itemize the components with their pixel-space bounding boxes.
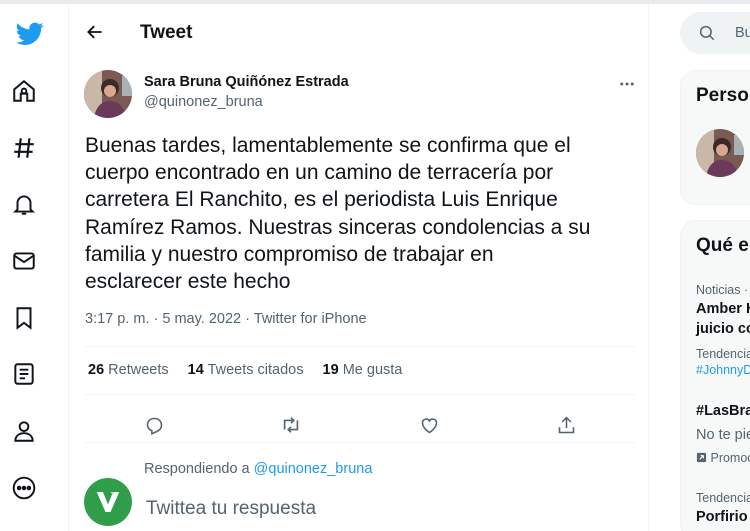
back-arrow-icon[interactable]	[79, 16, 111, 48]
likes-label: Me gusta	[342, 362, 403, 378]
meta-separator: ·	[245, 311, 250, 327]
user-avatar[interactable]	[84, 478, 132, 526]
author-name[interactable]: Sara Bruna Quiñónez Estrada	[144, 74, 349, 90]
quotes-count: 14	[187, 362, 204, 378]
trend-description: No te pie	[696, 427, 750, 443]
trend-title[interactable]: Amber H	[696, 299, 750, 319]
more-options-icon[interactable]	[615, 72, 639, 96]
trends-card: Qué e Noticias · Amber H juicio co Tende…	[680, 220, 750, 531]
reply-input[interactable]: Twittea tu respuesta	[146, 498, 316, 520]
tweet-date[interactable]: 5 may. 2022	[162, 311, 241, 327]
card-title: Perso	[696, 85, 749, 106]
retweets-label: Retweets	[108, 362, 169, 378]
promoted-icon	[696, 452, 707, 463]
search-input[interactable]: Bu	[735, 25, 750, 41]
retweets-count: 26	[88, 362, 105, 378]
page-title: Tweet	[140, 22, 193, 43]
messages-mail-icon[interactable]	[0, 241, 48, 281]
quotes-label: Tweets citados	[207, 362, 304, 378]
tweet-detail-column: Tweet Sara Bruna Quiñónez Estrada @quino…	[68, 4, 649, 531]
divider	[85, 394, 635, 395]
likes-count: 19	[322, 362, 339, 378]
likes-stat[interactable]: 19 Me gusta	[323, 362, 403, 378]
profile-icon[interactable]	[0, 411, 48, 451]
reply-icon[interactable]	[139, 410, 169, 440]
replying-to: Respondiendo a @quinonez_bruna	[144, 461, 372, 477]
trend-meta: Tendencia	[696, 347, 750, 361]
retweets-stat[interactable]: 26 Retweets	[88, 362, 169, 378]
search-icon	[698, 24, 716, 47]
left-navigation	[0, 4, 68, 531]
meta-separator: ·	[153, 311, 159, 327]
trend-meta: Noticias ·	[696, 283, 749, 297]
share-icon[interactable]	[551, 410, 581, 440]
person-avatar[interactable]	[696, 129, 744, 177]
quote-tweets-stat[interactable]: 14 Tweets citados	[188, 362, 304, 378]
tweet-time[interactable]: 3:17 p. m.	[85, 311, 149, 327]
author-avatar[interactable]	[84, 70, 132, 118]
trend-title[interactable]: Porfirio	[696, 507, 748, 527]
replying-to-handle[interactable]: @quinonez_bruna	[254, 461, 373, 477]
tweet-actions	[69, 404, 650, 444]
home-icon[interactable]	[0, 71, 48, 111]
right-sidebar: Bu Perso Qué e Noticias · Amber H juicio…	[650, 4, 750, 531]
lists-icon[interactable]	[0, 354, 48, 394]
replying-to-label: Respondiendo a	[144, 461, 250, 477]
promoted-label: Promoc	[696, 451, 750, 465]
trend-hashtag-link[interactable]: #JohnnyD	[696, 363, 750, 377]
card-title: Qué e	[696, 235, 749, 256]
page-header: Tweet	[69, 4, 650, 60]
trend-title[interactable]: juicio co	[696, 319, 750, 339]
tweet-metadata: 3:17 p. m. · 5 may. 2022 · Twitter for i…	[85, 311, 367, 327]
trend-title[interactable]: #LasBra	[696, 401, 750, 421]
notifications-bell-icon[interactable]	[0, 184, 48, 224]
trend-meta: Tendencia	[696, 491, 750, 505]
author-handle[interactable]: @quinonez_bruna	[144, 94, 263, 110]
twitter-logo[interactable]	[6, 14, 54, 54]
more-circle-icon[interactable]	[0, 468, 48, 508]
promoted-text: Promoc	[710, 451, 750, 465]
tweet-text: Buenas tardes, lamentablemente se confir…	[85, 134, 591, 294]
divider	[85, 346, 635, 347]
like-heart-icon[interactable]	[414, 410, 444, 440]
relevant-people-card: Perso	[680, 70, 750, 205]
tweet-source[interactable]: Twitter for iPhone	[254, 311, 367, 327]
bookmarks-icon[interactable]	[0, 298, 48, 338]
retweet-icon[interactable]	[276, 410, 306, 440]
explore-hashtag-icon[interactable]	[0, 128, 48, 168]
divider	[85, 442, 635, 443]
search-box[interactable]: Bu	[680, 12, 750, 54]
tweet-stats: 26 Retweets 14 Tweets citados 19 Me gust…	[88, 362, 417, 378]
